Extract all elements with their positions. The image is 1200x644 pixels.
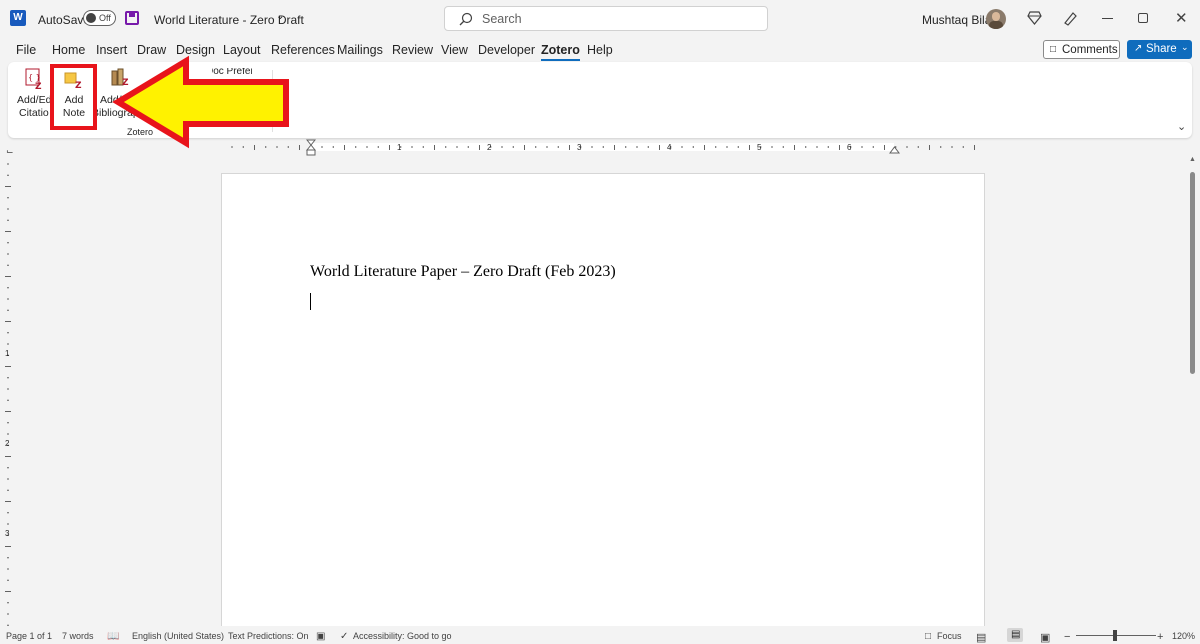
tab-file[interactable]: File bbox=[16, 43, 36, 57]
language-status[interactable]: English (United States) bbox=[132, 631, 224, 641]
autosave-state: Off bbox=[99, 13, 111, 23]
toggle-knob bbox=[86, 13, 96, 23]
restore-icon[interactable] bbox=[1138, 13, 1148, 23]
ruler-number: 1 bbox=[5, 349, 10, 358]
tab-zotero[interactable]: Zotero bbox=[541, 43, 580, 61]
comments-button[interactable]: □ Comments bbox=[1043, 40, 1120, 59]
svg-text:Z: Z bbox=[35, 82, 42, 90]
indent-marker[interactable] bbox=[305, 139, 317, 156]
print-layout-icon: ▤ bbox=[1011, 629, 1021, 640]
ruler-number: 4 bbox=[667, 143, 672, 152]
vertical-scrollbar[interactable]: ▲ bbox=[1186, 156, 1200, 636]
ruler-number: 6 bbox=[847, 143, 852, 152]
focus-icon: □ bbox=[925, 631, 932, 642]
add-edit-citation-button[interactable]: { } Z Add/Edit Citation bbox=[14, 66, 52, 122]
word-count[interactable]: 7 words bbox=[62, 631, 94, 641]
read-mode-icon[interactable]: ▤ bbox=[976, 631, 986, 644]
tab-view[interactable]: View bbox=[441, 43, 468, 57]
ruler-number: 5 bbox=[757, 143, 762, 152]
text-cursor bbox=[310, 293, 311, 310]
scroll-up-arrow-icon[interactable]: ▲ bbox=[1189, 156, 1196, 163]
share-label: Share bbox=[1146, 43, 1177, 55]
zoom-in-icon[interactable]: + bbox=[1157, 631, 1163, 643]
comment-icon: □ bbox=[1050, 44, 1057, 55]
proofing-book-icon[interactable]: 📖 bbox=[107, 631, 119, 642]
right-indent-marker[interactable] bbox=[889, 146, 900, 154]
document-heading-text[interactable]: World Literature Paper – Zero Draft (Feb… bbox=[310, 263, 616, 281]
accessibility-icon: ✓ bbox=[340, 631, 349, 642]
close-icon[interactable]: ✕ bbox=[1175, 9, 1188, 27]
share-icon: ↗ bbox=[1134, 43, 1143, 54]
ruler-number: 3 bbox=[5, 529, 10, 538]
minimize-icon[interactable] bbox=[1102, 18, 1113, 19]
user-name[interactable]: Mushtaq Bilal bbox=[922, 13, 994, 27]
pen-icon[interactable] bbox=[1062, 10, 1078, 26]
citation-label-2: Citation bbox=[19, 107, 49, 119]
ruler-number: 2 bbox=[5, 439, 10, 448]
track-changes-icon[interactable]: ▣ bbox=[316, 631, 325, 642]
tab-home[interactable]: Home bbox=[52, 43, 85, 57]
diamond-icon[interactable] bbox=[1027, 11, 1042, 25]
document-page[interactable] bbox=[221, 173, 985, 644]
svg-text:{ }: { } bbox=[28, 73, 41, 82]
accessibility-status[interactable]: Accessibility: Good to go bbox=[353, 631, 452, 641]
tab-mailings[interactable]: Mailings bbox=[337, 43, 383, 57]
ruler-number: 2 bbox=[487, 143, 492, 152]
share-button[interactable]: ↗ Share ⌄ bbox=[1127, 40, 1192, 59]
search-placeholder: Search bbox=[482, 12, 522, 26]
save-icon[interactable] bbox=[125, 11, 139, 25]
autosave-toggle[interactable]: Off bbox=[83, 10, 116, 26]
pointer-arrow-annotation bbox=[112, 55, 289, 149]
citation-icon: { } Z bbox=[25, 68, 42, 90]
avatar[interactable] bbox=[986, 9, 1006, 29]
tab-developer[interactable]: Developer bbox=[478, 43, 535, 57]
zoom-out-icon[interactable]: − bbox=[1064, 631, 1070, 643]
page-count[interactable]: Page 1 of 1 bbox=[6, 631, 52, 641]
tab-stop-selector-icon[interactable]: ⌙ bbox=[6, 146, 14, 157]
print-layout-button[interactable]: ▤ bbox=[1007, 628, 1023, 642]
web-layout-icon[interactable]: ▣ bbox=[1040, 631, 1050, 644]
search-icon bbox=[459, 12, 473, 26]
focus-mode-button[interactable]: Focus bbox=[937, 631, 962, 641]
tab-help[interactable]: Help bbox=[587, 43, 613, 57]
vertical-ruler bbox=[5, 163, 11, 637]
ribbon-expand-chevron-icon[interactable]: ⌄ bbox=[1177, 120, 1186, 133]
text-predictions-status[interactable]: Text Predictions: On bbox=[228, 631, 309, 641]
scrollbar-thumb[interactable] bbox=[1190, 172, 1195, 374]
comments-label: Comments bbox=[1062, 44, 1118, 56]
ruler-number: 3 bbox=[577, 143, 582, 152]
zoom-slider-thumb[interactable] bbox=[1113, 630, 1117, 641]
citation-label-1: Add/Edit bbox=[17, 94, 51, 106]
tab-review[interactable]: Review bbox=[392, 43, 433, 57]
ruler-number: 1 bbox=[397, 143, 402, 152]
word-logo-icon: W bbox=[10, 10, 26, 26]
highlight-box bbox=[50, 64, 97, 130]
horizontal-ruler bbox=[231, 143, 975, 151]
chevron-down-icon: ⌄ bbox=[1181, 42, 1189, 52]
zoom-level[interactable]: 120% bbox=[1172, 631, 1195, 641]
chevron-down-icon[interactable]: ⌄ bbox=[276, 11, 284, 22]
